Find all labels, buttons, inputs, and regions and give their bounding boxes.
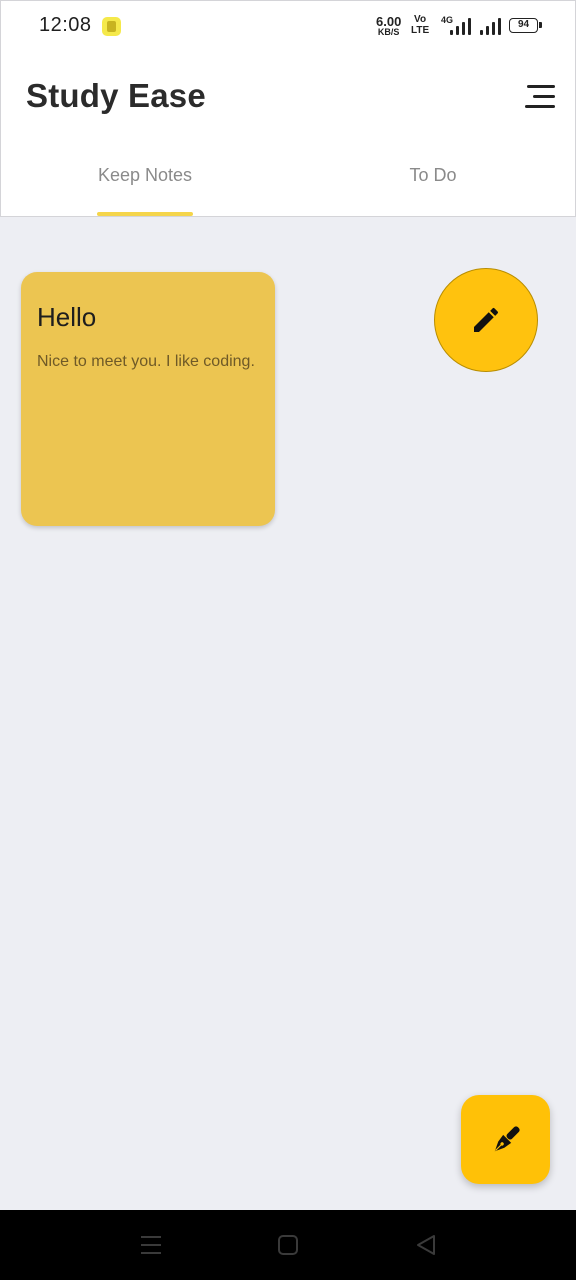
pencil-icon bbox=[474, 307, 499, 332]
screen: 12:08 6.00 KB/S Vo LTE 4G 94 Study Ease bbox=[0, 0, 576, 1280]
edit-note-button[interactable] bbox=[434, 268, 538, 372]
menu-lines-icon[interactable] bbox=[136, 1230, 166, 1260]
note-card[interactable]: Hello Nice to meet you. I like coding. bbox=[21, 272, 275, 526]
add-note-fab[interactable] bbox=[461, 1095, 550, 1184]
status-bar: 12:08 6.00 KB/S Vo LTE 4G 94 bbox=[1, 1, 576, 51]
status-time: 12:08 bbox=[39, 14, 92, 36]
tab-indicator bbox=[97, 212, 193, 216]
notes-app-icon bbox=[102, 17, 121, 36]
system-navbar bbox=[0, 1210, 576, 1280]
tab-to-do-label: To Do bbox=[409, 165, 457, 185]
note-title: Hello bbox=[37, 302, 97, 332]
battery-icon: 94 bbox=[509, 18, 542, 33]
menu-icon[interactable] bbox=[521, 85, 555, 111]
volte-top: Vo bbox=[414, 14, 427, 25]
network-speed: 6.00 KB/S bbox=[376, 15, 401, 37]
app-title: Study Ease bbox=[26, 77, 206, 114]
signal-icon bbox=[448, 17, 472, 35]
header: 12:08 6.00 KB/S Vo LTE 4G 94 Study Ease bbox=[0, 0, 576, 217]
signal-icon-2 bbox=[478, 17, 502, 35]
speed-unit: KB/S bbox=[377, 27, 400, 37]
home-square-icon[interactable] bbox=[273, 1230, 303, 1260]
tab-keep-notes-label: Keep Notes bbox=[97, 165, 193, 185]
note-body: Nice to meet you. I like coding. bbox=[37, 353, 255, 370]
tab-to-do[interactable]: To Do bbox=[289, 165, 576, 217]
back-triangle-icon[interactable] bbox=[411, 1230, 441, 1260]
volte-indicator: Vo LTE bbox=[411, 14, 430, 36]
tab-keep-notes[interactable]: Keep Notes bbox=[1, 165, 289, 217]
fountain-pen-icon bbox=[494, 1125, 520, 1151]
volte-bottom: LTE bbox=[411, 24, 430, 36]
